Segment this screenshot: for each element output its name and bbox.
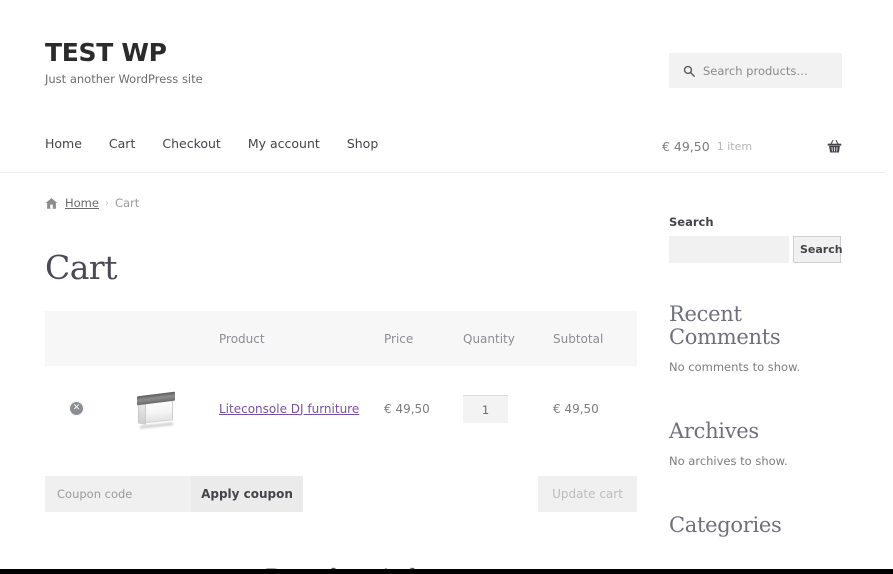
site-header: TEST WP Just another WordPress site Home… <box>0 0 885 173</box>
search-icon <box>683 65 695 77</box>
right-gutter <box>885 0 893 570</box>
cell-coupon: Apply coupon <box>45 451 384 536</box>
widget-categories: Categories <box>669 514 841 537</box>
main-content: Cart Product Price Quantity Subtotal ✕ L… <box>45 211 637 570</box>
cart-table-body: ✕ Liteconsole DJ furniture € 49,50 1 € 4… <box>45 366 637 536</box>
nav-item-my-account[interactable]: My account <box>248 137 320 151</box>
recent-comments-empty: No comments to show. <box>669 360 801 375</box>
sidebar-search-button[interactable]: Search <box>793 236 843 263</box>
cart-table: Product Price Quantity Subtotal ✕ Liteco… <box>45 311 637 536</box>
cell-remove: ✕ <box>45 366 107 451</box>
breadcrumb-home-link[interactable]: Home <box>65 196 99 210</box>
breadcrumb-current: Cart <box>114 196 140 210</box>
cell-price: € 49,50 <box>384 366 463 451</box>
cell-product-name: Liteconsole DJ furniture <box>219 366 384 451</box>
product-search-input[interactable] <box>703 63 833 78</box>
categories-title: Categories <box>669 513 782 538</box>
shopping-basket-icon <box>827 139 842 153</box>
nav-item-cart[interactable]: Cart <box>109 137 135 151</box>
cart-header-row: Product Price Quantity Subtotal <box>45 311 637 366</box>
header-price: Price <box>384 311 463 366</box>
archives-empty: No archives to show. <box>669 454 788 469</box>
nav-item-checkout[interactable]: Checkout <box>162 137 220 151</box>
header-quantity: Quantity <box>463 311 553 366</box>
widget-search: Search Search <box>669 215 843 263</box>
cell-quantity: 1 <box>463 366 553 451</box>
widget-archives: Archives No archives to show. <box>669 419 841 469</box>
update-cart-group: Update cart <box>384 475 637 512</box>
sidebar-search-input[interactable] <box>669 236 789 263</box>
recent-comments-title: Recent Comments <box>669 302 781 350</box>
product-thumbnail[interactable] <box>135 388 179 429</box>
nav-item-shop[interactable]: Shop <box>347 137 378 151</box>
header-product: Product <box>219 311 384 366</box>
sidebar: Search Search Recent Comments No comment… <box>669 211 843 570</box>
cell-subtotal: € 49,50 <box>553 366 637 451</box>
header-cart-count: 1 item <box>716 140 753 153</box>
remove-item-button[interactable]: ✕ <box>69 401 84 416</box>
apply-coupon-button[interactable]: Apply coupon <box>191 475 303 512</box>
primary-navigation: Home Cart Checkout My account Shop <box>45 137 378 151</box>
header-remove <box>45 311 107 366</box>
product-search-box[interactable] <box>669 53 842 88</box>
widget-recent-comments: Recent Comments No comments to show. <box>669 302 841 375</box>
header-subtotal: Subtotal <box>553 311 637 366</box>
coupon-code-input[interactable] <box>45 475 191 512</box>
cell-update-cart: Update cart <box>384 451 637 536</box>
breadcrumb-separator: › <box>104 197 109 209</box>
nav-item-home[interactable]: Home <box>45 137 82 151</box>
table-row: ✕ Liteconsole DJ furniture € 49,50 1 € 4… <box>45 366 637 451</box>
viewport-bottom-edge <box>0 569 893 574</box>
cart-table-head: Product Price Quantity Subtotal <box>45 311 637 366</box>
header-thumbnail <box>107 311 219 366</box>
quantity-input[interactable]: 1 <box>463 394 508 423</box>
header-cart-amount: € 49,50 <box>662 139 710 154</box>
header-cart-link[interactable]: € 49,50 1 item <box>662 139 842 154</box>
breadcrumb: Home › Cart <box>0 173 885 211</box>
update-cart-button[interactable]: Update cart <box>538 475 637 512</box>
content-wrapper: Cart Product Price Quantity Subtotal ✕ L… <box>0 211 885 570</box>
sidebar-search-form: Search <box>669 236 843 263</box>
page-title: Cart <box>45 248 117 287</box>
page-root: TEST WP Just another WordPress site Home… <box>0 0 885 570</box>
archives-title: Archives <box>669 419 759 444</box>
coupon-group: Apply coupon <box>45 475 384 512</box>
product-name-link[interactable]: Liteconsole DJ furniture <box>219 402 359 416</box>
home-icon <box>45 197 58 209</box>
cell-thumbnail <box>107 366 219 451</box>
cart-actions-row: Apply coupon Update cart <box>45 451 637 536</box>
search-widget-label: Search <box>669 215 714 229</box>
